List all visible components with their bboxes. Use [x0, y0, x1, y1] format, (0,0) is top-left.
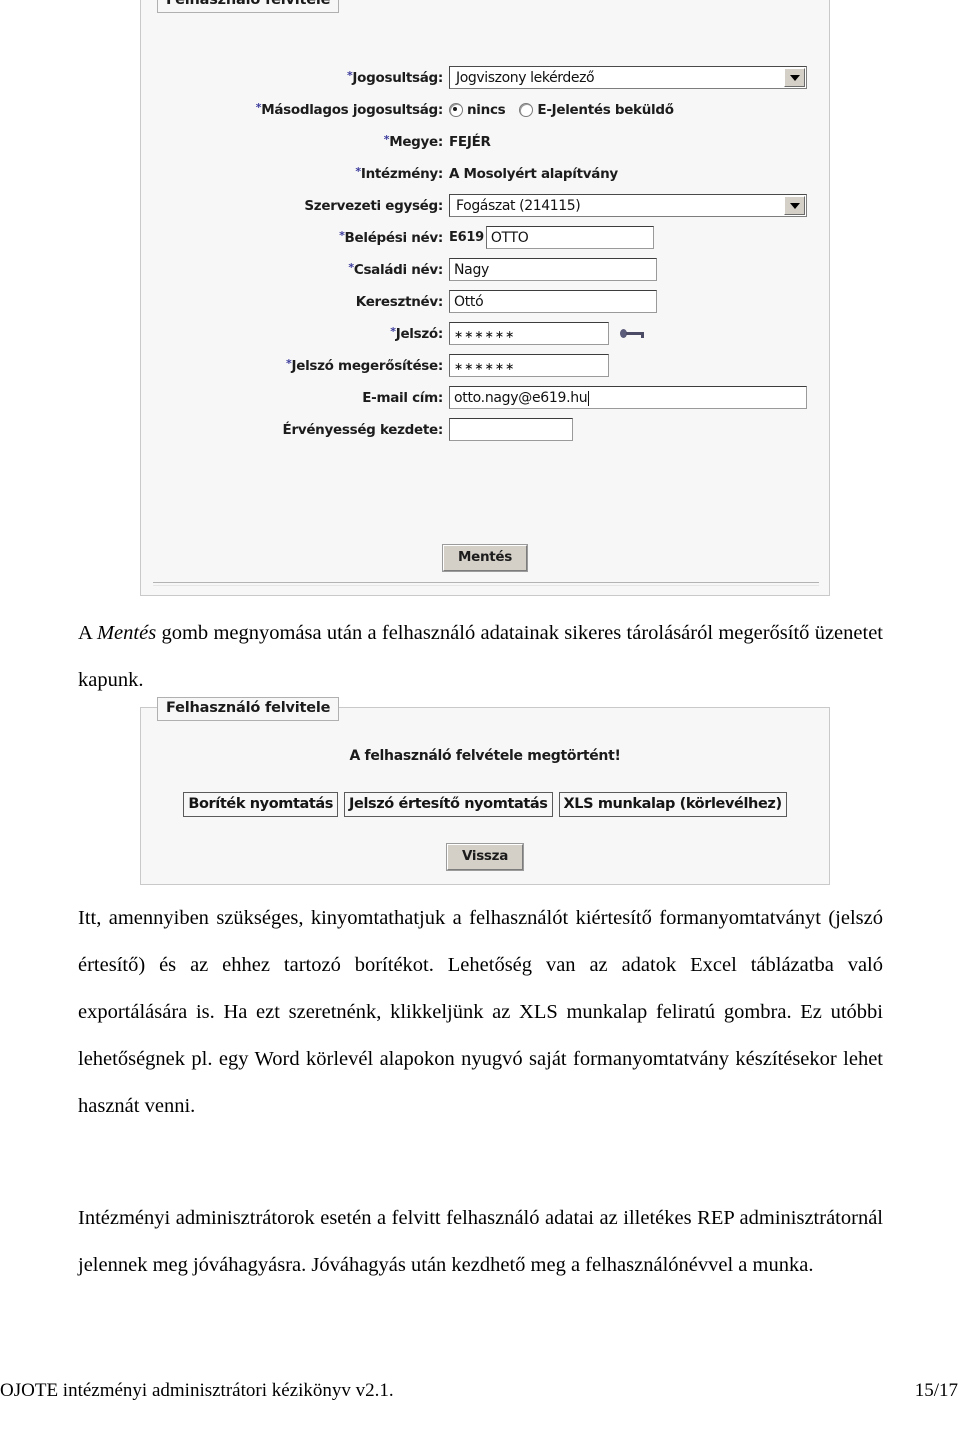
label-intezmeny: *Intézmény:: [355, 165, 443, 182]
jelszo-input[interactable]: ∗∗∗∗∗∗: [449, 322, 609, 345]
back-button-row: Vissza: [141, 843, 829, 871]
field-row-masodlagos-jogosultsag: *Másodlagos jogosultság: nincs E-Jelenté…: [141, 94, 829, 125]
szervezeti-egyseg-select[interactable]: Fogászat (214115): [449, 194, 807, 217]
jogosultsag-select[interactable]: Jogviszony lekérdező: [449, 66, 807, 89]
field-row-email: E-mail cím: otto.nagy@e619.hu: [141, 382, 829, 413]
jogosultsag-dropdown-button[interactable]: [784, 68, 805, 87]
csaladi-nev-input[interactable]: Nagy: [449, 258, 657, 281]
value-szervezeti-egyseg: Fogászat (214115): [449, 194, 807, 217]
form-field-list: *Jogosultság: Jogviszony lekérdező *Máso…: [141, 62, 829, 446]
label-belepesi-nev: *Belépési név:: [339, 229, 443, 246]
paragraph-after-save: A Mentés gomb megnyomása után a felhaszn…: [78, 610, 883, 704]
field-row-jelszo: *Jelszó: ∗∗∗∗∗∗: [141, 318, 829, 349]
radio-ejelentes-label: E-Jelentés beküldő: [537, 101, 674, 118]
value-megye: FEJÉR: [449, 133, 491, 150]
jogosultsag-select-value: Jogviszony lekérdező: [456, 70, 595, 86]
label-megye: *Megye:: [383, 133, 444, 150]
paragraph-1-after: gomb megnyomása után a felhasználó adata…: [78, 622, 883, 691]
label-szervezeti-egyseg: Szervezeti egység:: [304, 197, 443, 214]
value-jelszo: ∗∗∗∗∗∗: [449, 322, 646, 345]
value-belepesi-nev: E619 OTTO: [449, 226, 654, 249]
paragraph-1-before: A: [78, 622, 97, 644]
paragraph-1-italic-mentes: Mentés: [96, 622, 157, 644]
label-ervenyesseg-kezdete: Érvényesség kezdete:: [282, 421, 444, 438]
label-jogosultsag: *Jogosultság:: [346, 69, 443, 86]
radio-ejelentes-icon[interactable]: [519, 102, 534, 117]
footer-page-number: 15/17: [914, 1380, 958, 1401]
radio-nincs-icon[interactable]: [449, 102, 463, 117]
text-caret: [588, 390, 590, 406]
print-password-notice-button[interactable]: Jelszó értesítő nyomtatás: [344, 792, 553, 817]
radio-option-nincs[interactable]: nincs: [449, 101, 506, 118]
label-keresztnev: Keresztnév:: [355, 293, 444, 310]
paragraph-printing-export: Itt, amennyiben szükséges, kinyomtathatj…: [78, 907, 883, 1117]
value-email: otto.nagy@e619.hu: [449, 386, 807, 409]
form-panel-legend: Felhasználó felvitele: [157, 0, 340, 13]
field-row-csaladi-nev: *Családi név: Nagy: [141, 254, 829, 285]
label-csaladi-nev: *Családi név:: [348, 261, 443, 278]
value-ervenyesseg-kezdete: [449, 418, 573, 441]
belepesi-nev-prefix: E619: [449, 230, 484, 245]
key-tooth: [641, 331, 644, 338]
belepesi-nev-input[interactable]: OTTO: [485, 226, 654, 249]
value-intezmeny: A Mosolyért alapítvány: [449, 165, 618, 182]
field-row-szervezeti-egyseg: Szervezeti egység: Fogászat (214115): [141, 190, 829, 221]
value-jelszo-megerositese: ∗∗∗∗∗∗: [449, 354, 609, 377]
ervenyesseg-kezdete-input[interactable]: [449, 418, 573, 441]
jelszo-megerositese-input[interactable]: ∗∗∗∗∗∗: [449, 354, 609, 377]
print-actions-row: Boríték nyomtatás Jelszó értesítő nyomta…: [141, 792, 829, 817]
label-jelszo: *Jelszó:: [390, 325, 443, 342]
value-jogosultsag: Jogviszony lekérdező: [449, 66, 807, 89]
user-entry-form-screenshot: Felhasználó felvitele *Jogosultság: Jogv…: [140, 0, 830, 596]
label-masodlagos-jogosultsag: *Másodlagos jogosultság:: [255, 101, 444, 118]
label-jelszo-megerositese: *Jelszó megerősítése:: [286, 357, 443, 374]
email-input-text: otto.nagy@e619.hu: [454, 390, 588, 406]
szervezeti-egyseg-dropdown-button[interactable]: [784, 196, 805, 215]
field-row-ervenyesseg-kezdete: Érvényesség kezdete:: [141, 414, 829, 445]
save-button-row: Mentés: [141, 544, 829, 572]
save-button[interactable]: Mentés: [441, 544, 529, 572]
field-row-megye: *Megye: FEJÉR: [141, 126, 829, 157]
radio-nincs-label: nincs: [467, 101, 506, 118]
label-email: E-mail cím:: [362, 389, 443, 406]
confirm-panel-legend: Felhasználó felvitele: [157, 697, 340, 721]
confirmation-message: A felhasználó felvétele megtörtént!: [349, 748, 621, 764]
chevron-down-icon: [789, 202, 800, 209]
back-button[interactable]: Vissza: [445, 843, 525, 871]
paragraph-institutional-admin: Intézményi adminisztrátorok esetén a fel…: [78, 1207, 883, 1276]
szervezeti-egyseg-select-value: Fogászat (214115): [456, 198, 581, 214]
key-icon[interactable]: [620, 327, 646, 341]
field-row-intezmeny: *Intézmény: A Mosolyért alapítvány: [141, 158, 829, 189]
chevron-down-icon: [789, 74, 800, 81]
field-row-jelszo-megerositese: *Jelszó megerősítése: ∗∗∗∗∗∗: [141, 350, 829, 381]
confirmation-screenshot: Felhasználó felvitele A felhasználó felv…: [140, 697, 830, 885]
keresztnev-input[interactable]: Ottó: [449, 290, 657, 313]
value-csaladi-nev: Nagy: [449, 258, 657, 281]
footer-document-title: OJOTE intézményi adminisztrátori kézikön…: [0, 1380, 394, 1401]
panel-divider: [153, 582, 819, 586]
value-keresztnev: Ottó: [449, 290, 657, 313]
field-row-jogosultsag: *Jogosultság: Jogviszony lekérdező: [141, 62, 829, 93]
field-row-keresztnev: Keresztnév: Ottó: [141, 286, 829, 317]
field-row-belepesi-nev: *Belépési név: E619 OTTO: [141, 222, 829, 253]
value-masodlagos-jogosultsag: nincs E-Jelentés beküldő: [449, 102, 674, 118]
print-envelope-button[interactable]: Boríték nyomtatás: [183, 792, 339, 817]
radio-option-ejelentes[interactable]: E-Jelentés beküldő: [519, 101, 674, 118]
email-input[interactable]: otto.nagy@e619.hu: [449, 386, 807, 409]
xls-worksheet-button[interactable]: XLS munkalap (körlevélhez): [558, 792, 787, 817]
